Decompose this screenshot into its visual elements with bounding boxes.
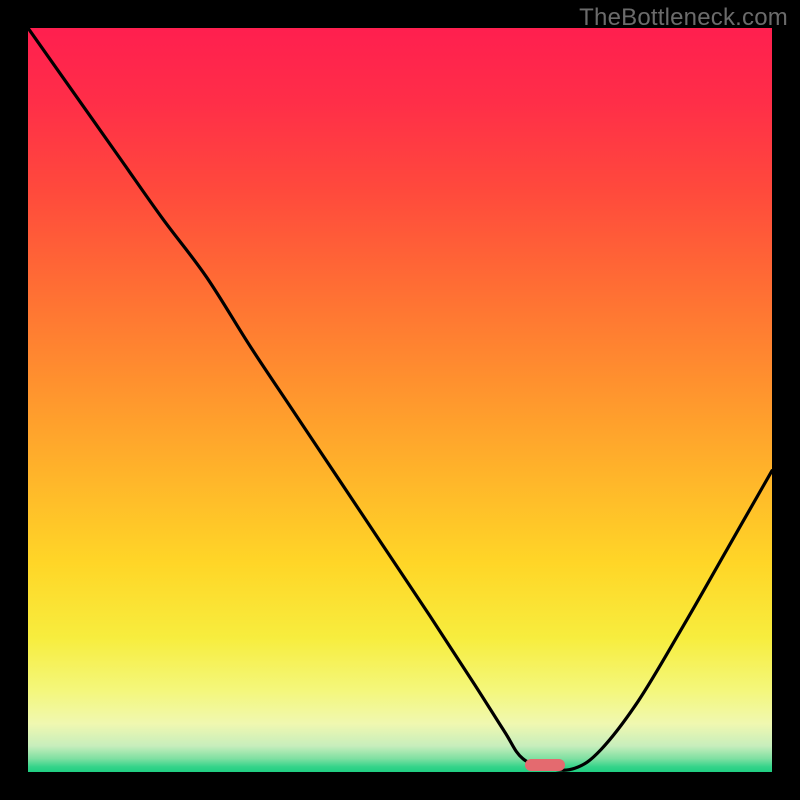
plot-area [28, 28, 772, 772]
heat-gradient-background [28, 28, 772, 772]
chart-frame: TheBottleneck.com [0, 0, 800, 800]
optimal-marker [525, 759, 565, 771]
watermark-text: TheBottleneck.com [579, 4, 788, 32]
